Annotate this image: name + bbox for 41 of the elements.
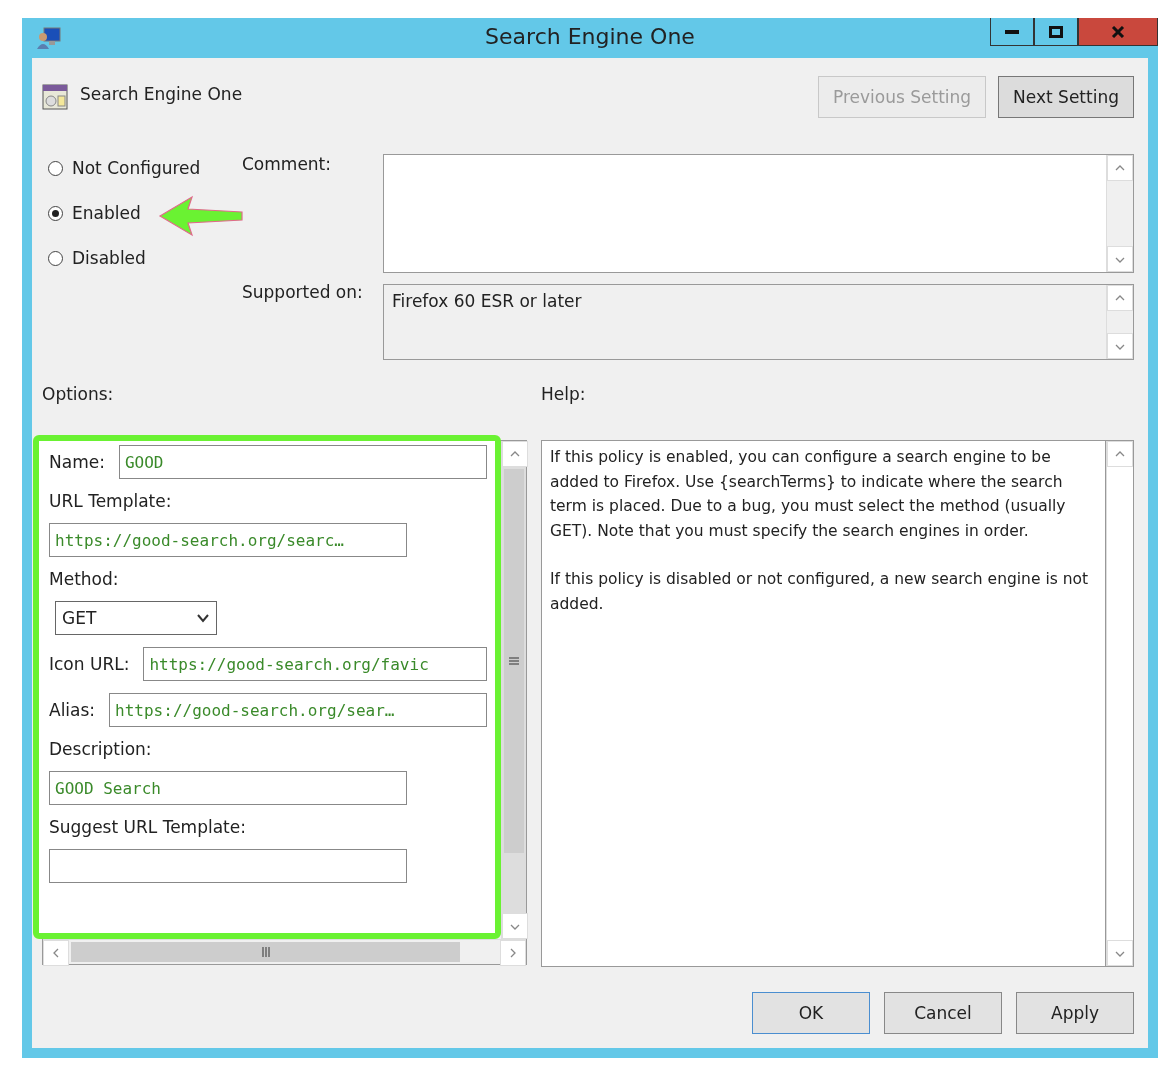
radio-option[interactable]: Not Configured <box>42 158 201 178</box>
dialog-button[interactable]: Apply <box>1016 992 1134 1034</box>
close-icon <box>1111 25 1125 38</box>
text-field[interactable]: https://good-search.org/sear… <box>109 693 487 727</box>
maximize-button[interactable] <box>1034 18 1078 46</box>
text-field[interactable]: GOOD <box>118 445 487 479</box>
dialog-button[interactable]: OK <box>752 992 870 1034</box>
help-paragraph: If this policy is disabled or not configured, a new search engine is not added. <box>550 569 1090 615</box>
scroll-thumb[interactable] <box>71 942 460 962</box>
text-field[interactable]: https://good-search.org/favic <box>143 647 487 681</box>
help-label: Help: <box>541 384 586 404</box>
dialog-button[interactable]: Cancel <box>884 992 1002 1034</box>
text-field[interactable] <box>49 849 407 883</box>
text-field[interactable]: https://good-search.org/searc… <box>49 523 407 557</box>
scroll-thumb[interactable] <box>504 469 524 853</box>
comment-field[interactable] <box>383 154 1134 273</box>
field-label: Method: <box>49 569 120 589</box>
policy-settings-icon <box>42 84 68 110</box>
supported-on-text: Firefox 60 ESR or later <box>391 290 583 313</box>
window-title: Search Engine One <box>484 24 696 49</box>
policy-title: Search Engine One <box>80 84 244 104</box>
supported-on-label: Supported on: <box>242 282 364 302</box>
computer-user-icon <box>36 26 62 50</box>
field-label: Description: <box>49 739 153 759</box>
radio-option[interactable]: Enabled <box>42 203 141 223</box>
field-label: URL Template: <box>49 491 173 511</box>
field-label: Alias: <box>49 700 96 720</box>
close-button[interactable] <box>1078 18 1158 46</box>
help-paragraph: If this policy is enabled, you can configure a search engine to be added to Firefox. Use {searchTerms} to indicate where the search term is placed. Due to a bug, you must select the method (usually GET). Note that you must specify the search engines in order. <box>550 447 1067 542</box>
maximize-icon <box>1049 25 1063 38</box>
field-label: Suggest URL Template: <box>49 817 247 837</box>
field-label: Name: <box>49 452 105 472</box>
options-label: Options: <box>42 384 115 404</box>
comment-label: Comment: <box>242 154 333 174</box>
minimize-button[interactable] <box>990 18 1034 46</box>
minimize-icon <box>1005 29 1019 34</box>
text-field[interactable]: GOOD Search <box>49 771 407 805</box>
field-label: Icon URL: <box>49 654 130 674</box>
next-setting-button[interactable]: Next Setting <box>998 76 1134 118</box>
radio-option[interactable]: Disabled <box>42 248 146 268</box>
method-dropdown[interactable]: GET <box>55 601 217 635</box>
